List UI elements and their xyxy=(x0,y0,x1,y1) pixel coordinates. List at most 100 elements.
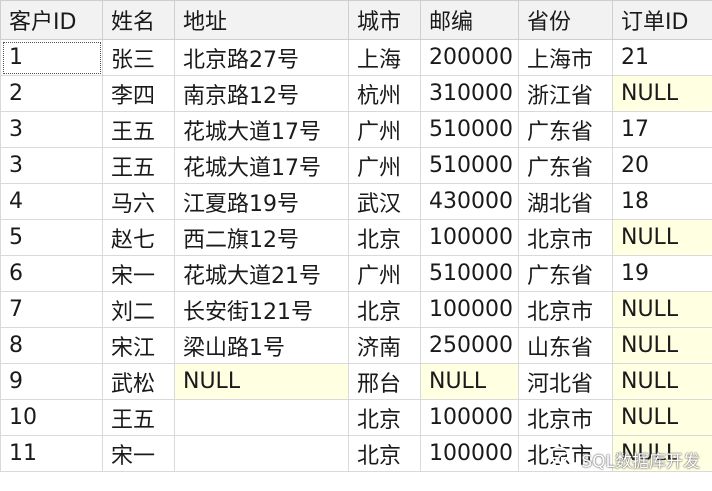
table-row[interactable]: 5 赵七 西二旗12号 北京 100000 北京市 NULL xyxy=(0,219,712,256)
cell-city[interactable]: 北京 xyxy=(348,219,421,256)
column-header-city[interactable]: 城市 xyxy=(348,0,421,40)
cell-order-id[interactable]: 21 xyxy=(612,39,712,76)
cell-name[interactable]: 王五 xyxy=(102,147,175,184)
cell-address[interactable] xyxy=(174,399,349,436)
cell-province[interactable]: 湖北省 xyxy=(518,183,613,220)
cell-province[interactable]: 广东省 xyxy=(518,255,613,292)
cell-customer-id[interactable]: 4 xyxy=(0,183,103,220)
cell-order-id[interactable]: NULL xyxy=(612,75,712,112)
cell-province[interactable]: 上海市 xyxy=(518,39,613,76)
cell-postcode[interactable]: 310000 xyxy=(420,75,519,112)
cell-city[interactable]: 邢台 xyxy=(348,363,421,400)
cell-name[interactable]: 宋江 xyxy=(102,327,175,364)
cell-province[interactable]: 浙江省 xyxy=(518,75,613,112)
cell-postcode[interactable]: 510000 xyxy=(420,111,519,148)
cell-order-id[interactable]: 18 xyxy=(612,183,712,220)
cell-city[interactable]: 北京 xyxy=(348,435,421,472)
cell-city[interactable]: 广州 xyxy=(348,255,421,292)
cell-order-id[interactable]: NULL xyxy=(612,219,712,256)
cell-customer-id[interactable]: 5 xyxy=(0,219,103,256)
cell-customer-id[interactable]: 3 xyxy=(0,111,103,148)
cell-name[interactable]: 刘二 xyxy=(102,291,175,328)
cell-address[interactable]: 梁山路1号 xyxy=(174,327,349,364)
cell-province[interactable]: 河北省 xyxy=(518,363,613,400)
cell-order-id[interactable]: 20 xyxy=(612,147,712,184)
cell-address[interactable]: 花城大道17号 xyxy=(174,147,349,184)
cell-postcode[interactable]: 510000 xyxy=(420,147,519,184)
cell-province[interactable]: 北京市 xyxy=(518,399,613,436)
table-row[interactable]: 1 张三 北京路27号 上海 200000 上海市 21 xyxy=(0,39,712,76)
cell-city[interactable]: 广州 xyxy=(348,111,421,148)
cell-postcode[interactable]: 100000 xyxy=(420,399,519,436)
cell-address[interactable] xyxy=(174,435,349,472)
column-header-customer-id[interactable]: 客户ID xyxy=(0,0,103,40)
cell-customer-id[interactable]: 8 xyxy=(0,327,103,364)
cell-name[interactable]: 王五 xyxy=(102,111,175,148)
table-row[interactable]: 11 宋一 北京 100000 北京市 NULL xyxy=(0,435,712,472)
cell-postcode[interactable]: 430000 xyxy=(420,183,519,220)
table-row[interactable]: 9 武松 NULL 邢台 NULL 河北省 NULL xyxy=(0,363,712,400)
cell-customer-id[interactable]: 9 xyxy=(0,363,103,400)
cell-province[interactable]: 广东省 xyxy=(518,147,613,184)
cell-order-id[interactable]: NULL xyxy=(612,291,712,328)
cell-customer-id[interactable]: 1 xyxy=(0,39,103,76)
cell-customer-id[interactable]: 11 xyxy=(0,435,103,472)
cell-order-id[interactable]: NULL xyxy=(612,435,712,472)
cell-address[interactable]: 长安街121号 xyxy=(174,291,349,328)
cell-name[interactable]: 武松 xyxy=(102,363,175,400)
cell-order-id[interactable]: NULL xyxy=(612,363,712,400)
cell-postcode[interactable]: 250000 xyxy=(420,327,519,364)
column-header-address[interactable]: 地址 xyxy=(174,0,349,40)
cell-order-id[interactable]: 17 xyxy=(612,111,712,148)
cell-customer-id[interactable]: 6 xyxy=(0,255,103,292)
cell-address[interactable]: 花城大道21号 xyxy=(174,255,349,292)
table-row[interactable]: 2 李四 南京路12号 杭州 310000 浙江省 NULL xyxy=(0,75,712,112)
cell-city[interactable]: 济南 xyxy=(348,327,421,364)
cell-customer-id[interactable]: 7 xyxy=(0,291,103,328)
cell-name[interactable]: 张三 xyxy=(102,39,175,76)
cell-city[interactable]: 上海 xyxy=(348,39,421,76)
cell-address[interactable]: 北京路27号 xyxy=(174,39,349,76)
cell-order-id[interactable]: 19 xyxy=(612,255,712,292)
cell-name[interactable]: 赵七 xyxy=(102,219,175,256)
cell-province[interactable]: 北京市 xyxy=(518,219,613,256)
cell-city[interactable]: 杭州 xyxy=(348,75,421,112)
cell-order-id[interactable]: NULL xyxy=(612,399,712,436)
column-header-name[interactable]: 姓名 xyxy=(102,0,175,40)
table-row[interactable]: 10 王五 北京 100000 北京市 NULL xyxy=(0,399,712,436)
cell-city[interactable]: 武汉 xyxy=(348,183,421,220)
cell-postcode[interactable]: 100000 xyxy=(420,291,519,328)
cell-name[interactable]: 宋一 xyxy=(102,255,175,292)
cell-address[interactable]: 江夏路19号 xyxy=(174,183,349,220)
table-row[interactable]: 7 刘二 长安街121号 北京 100000 北京市 NULL xyxy=(0,291,712,328)
cell-postcode[interactable]: 200000 xyxy=(420,39,519,76)
cell-city[interactable]: 广州 xyxy=(348,147,421,184)
table-row[interactable]: 8 宋江 梁山路1号 济南 250000 山东省 NULL xyxy=(0,327,712,364)
cell-name[interactable]: 马六 xyxy=(102,183,175,220)
cell-address[interactable]: NULL xyxy=(174,363,349,400)
table-row[interactable]: 4 马六 江夏路19号 武汉 430000 湖北省 18 xyxy=(0,183,712,220)
table-row[interactable]: 3 王五 花城大道17号 广州 510000 广东省 20 xyxy=(0,147,712,184)
cell-address[interactable]: 花城大道17号 xyxy=(174,111,349,148)
cell-province[interactable]: 广东省 xyxy=(518,111,613,148)
cell-order-id[interactable]: NULL xyxy=(612,327,712,364)
cell-postcode[interactable]: 510000 xyxy=(420,255,519,292)
column-header-order-id[interactable]: 订单ID xyxy=(612,0,712,40)
cell-name[interactable]: 李四 xyxy=(102,75,175,112)
cell-name[interactable]: 王五 xyxy=(102,399,175,436)
cell-name[interactable]: 宋一 xyxy=(102,435,175,472)
cell-city[interactable]: 北京 xyxy=(348,291,421,328)
table-row[interactable]: 3 王五 花城大道17号 广州 510000 广东省 17 xyxy=(0,111,712,148)
column-header-province[interactable]: 省份 xyxy=(518,0,613,40)
cell-postcode[interactable]: NULL xyxy=(420,363,519,400)
cell-address[interactable]: 南京路12号 xyxy=(174,75,349,112)
cell-province[interactable]: 北京市 xyxy=(518,291,613,328)
cell-postcode[interactable]: 100000 xyxy=(420,219,519,256)
column-header-postcode[interactable]: 邮编 xyxy=(420,0,519,40)
cell-province[interactable]: 北京市 xyxy=(518,435,613,472)
cell-postcode[interactable]: 100000 xyxy=(420,435,519,472)
cell-province[interactable]: 山东省 xyxy=(518,327,613,364)
cell-address[interactable]: 西二旗12号 xyxy=(174,219,349,256)
table-row[interactable]: 6 宋一 花城大道21号 广州 510000 广东省 19 xyxy=(0,255,712,292)
cell-customer-id[interactable]: 3 xyxy=(0,147,103,184)
